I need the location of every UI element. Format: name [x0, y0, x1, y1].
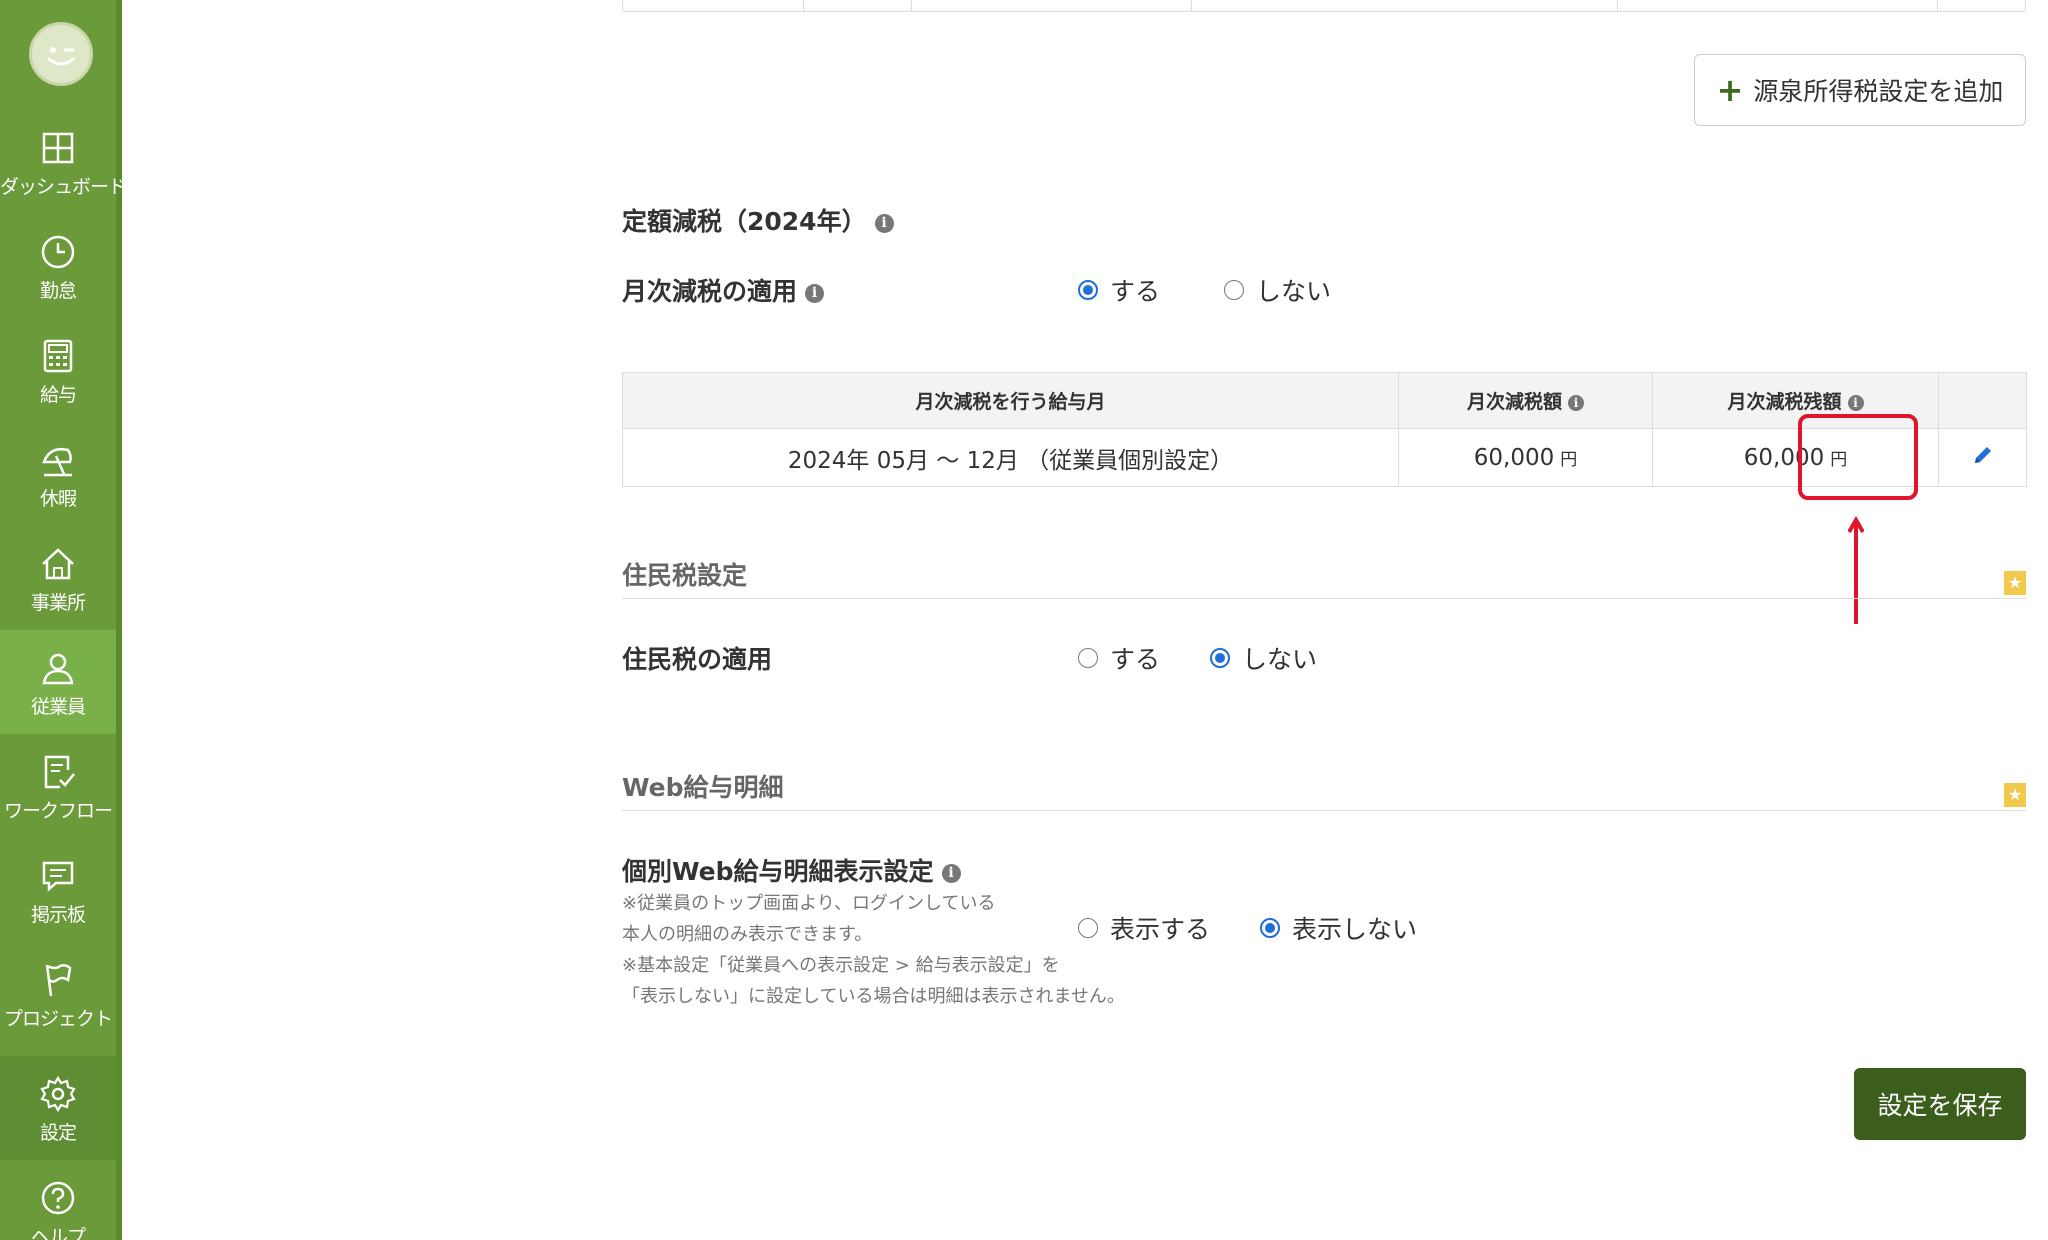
period-cell: 2024年 05月 〜 12月 （従業員個別設定） [622, 428, 1399, 487]
radio-label: 表示しない [1292, 915, 1418, 944]
web-payslip-display-label: 個別Web給与明細表示設定 i [622, 852, 961, 888]
sidebar-item-help[interactable]: ヘルプ [0, 1160, 116, 1240]
sidebar-item-label: 事業所 [30, 592, 86, 614]
info-icon[interactable]: i [1847, 394, 1864, 411]
radio-button-checked[interactable] [1260, 918, 1280, 938]
radio-label: する [1110, 645, 1161, 674]
monthly-reduction-no-option[interactable]: しない [1224, 272, 1331, 308]
radio-label: しない [1256, 277, 1332, 306]
fixed-tax-reduction-title-text: 定額減税（2024年） [622, 207, 867, 236]
sidebar-item-label: 勤怠 [39, 280, 77, 302]
resident-tax-label: 住民税の適用 [622, 645, 773, 674]
dashboard-icon [42, 132, 74, 164]
note-line: ※基本設定「従業員への表示設定 > 給与表示設定」を [622, 955, 1060, 976]
info-icon[interactable]: i [874, 213, 894, 233]
monthly-reduction-label-text: 月次減税の適用 [622, 277, 798, 306]
radio-button[interactable] [1078, 648, 1098, 668]
web-payslip-section-title: Web給与明細 [622, 773, 784, 802]
sidebar-item-payroll[interactable]: 給与 [0, 318, 116, 422]
star-bookmark-icon[interactable]: ★ [2004, 783, 2026, 807]
sidebar-item-label: 従業員 [30, 696, 86, 718]
sidebar-item-label: 掲示板 [30, 904, 86, 926]
note-line: 「表示しない」に設定している場合は明細は表示されません。 [622, 986, 1125, 1007]
sidebar-item-label: ダッシュボード [0, 176, 127, 198]
sidebar-item-employees[interactable]: 従業員 [0, 630, 116, 734]
column-header: 月次減税を行う給与月 [622, 372, 1399, 429]
resident-tax-no-option[interactable]: しない [1210, 640, 1317, 676]
yen-unit: 円 [1560, 449, 1578, 470]
sidebar-item-label: 設定 [39, 1122, 77, 1144]
radio-label: する [1110, 277, 1161, 306]
gear-icon [40, 1076, 76, 1112]
radio-button-checked[interactable] [1210, 648, 1230, 668]
info-icon[interactable]: i [1568, 394, 1584, 411]
previous-table-bottom [622, 0, 2026, 12]
resident-tax-yes-option[interactable]: する [1078, 640, 1160, 676]
web-payslip-note: ※従業員のトップ画面より、ログインしている 本人の明細のみ表示できます。 ※基本… [622, 888, 1125, 1012]
sidebar-item-workflow[interactable]: ワークフロー [0, 734, 116, 838]
fixed-tax-reduction-title: 定額減税（2024年） i [622, 202, 894, 238]
plus-icon: + [1716, 71, 1744, 109]
flag-icon [45, 964, 72, 997]
web-payslip-hide-option[interactable]: 表示しない [1260, 910, 1417, 946]
star-bookmark-icon[interactable]: ★ [2004, 571, 2026, 595]
web-payslip-show-option[interactable]: 表示する [1078, 910, 1210, 946]
column-header: 月次減税額 i [1398, 372, 1653, 429]
up-arrow-annotation-icon [1848, 516, 1864, 624]
column-header [1938, 372, 2027, 429]
column-header-text: 月次減税残額 [1727, 391, 1842, 413]
calculator-icon [43, 339, 73, 373]
sidebar-item-office[interactable]: 事業所 [0, 526, 116, 630]
info-icon[interactable]: i [941, 863, 961, 883]
radio-button-checked[interactable] [1078, 280, 1098, 300]
section-divider [622, 598, 2026, 599]
checklist-icon [44, 755, 75, 789]
sidebar-item-label: ヘルプ [30, 1226, 86, 1240]
monthly-reduction-label: 月次減税の適用 i [622, 272, 825, 308]
beach-umbrella-icon [42, 448, 72, 477]
sidebar-item-settings[interactable]: 設定 [0, 1056, 116, 1160]
radio-button[interactable] [1078, 918, 1098, 938]
radio-button[interactable] [1224, 280, 1244, 300]
pencil-icon[interactable] [1971, 443, 1995, 467]
amount-value: 60,000 [1473, 444, 1555, 471]
web-payslip-display-label-text: 個別Web給与明細表示設定 [622, 857, 934, 886]
resident-tax-section-title: 住民税設定 [622, 561, 748, 590]
home-icon [42, 548, 74, 580]
help-icon [41, 1181, 75, 1215]
edit-cell[interactable] [1938, 428, 2027, 487]
save-settings-button[interactable]: 設定を保存 [1854, 1068, 2026, 1140]
add-withholding-tax-label: 源泉所得税設定を追加 [1753, 77, 2004, 106]
sidebar: ダッシュボード 勤怠 給与 休暇 事業所 従業員 ワークフロー 掲示板 プロジェ… [0, 0, 127, 1240]
amount-cell: 60,000 円 [1398, 428, 1653, 487]
sidebar-item-project[interactable]: プロジェクト [0, 942, 116, 1046]
add-withholding-tax-button[interactable]: + 源泉所得税設定を追加 [1694, 54, 2026, 126]
note-line: 本人の明細のみ表示できます。 [622, 924, 873, 945]
chat-icon [42, 861, 74, 892]
sidebar-item-attendance[interactable]: 勤怠 [0, 214, 116, 318]
radio-label: しない [1242, 645, 1318, 674]
sidebar-item-bulletin[interactable]: 掲示板 [0, 838, 116, 942]
sidebar-item-label: 休暇 [39, 488, 77, 510]
person-icon [42, 653, 74, 685]
clock-icon [41, 235, 75, 269]
avatar[interactable] [29, 22, 93, 86]
sidebar-item-dashboard[interactable]: ダッシュボード [0, 110, 127, 214]
column-header-text: 月次減税額 [1466, 391, 1562, 413]
sidebar-item-leave[interactable]: 休暇 [0, 422, 116, 526]
sidebar-item-label: プロジェクト [3, 1008, 113, 1030]
note-line: ※従業員のトップ画面より、ログインしている [622, 893, 996, 914]
sidebar-item-label: ワークフロー [3, 800, 113, 822]
info-icon[interactable]: i [805, 283, 825, 303]
radio-label: 表示する [1110, 915, 1211, 944]
edit-highlight-box [1798, 414, 1918, 500]
section-divider [622, 810, 2026, 811]
main-content: + 源泉所得税設定を追加 定額減税（2024年） i 月次減税の適用 i する しな… [122, 0, 2048, 1240]
sidebar-item-label: 給与 [39, 384, 77, 406]
monthly-reduction-yes-option[interactable]: する [1078, 272, 1160, 308]
